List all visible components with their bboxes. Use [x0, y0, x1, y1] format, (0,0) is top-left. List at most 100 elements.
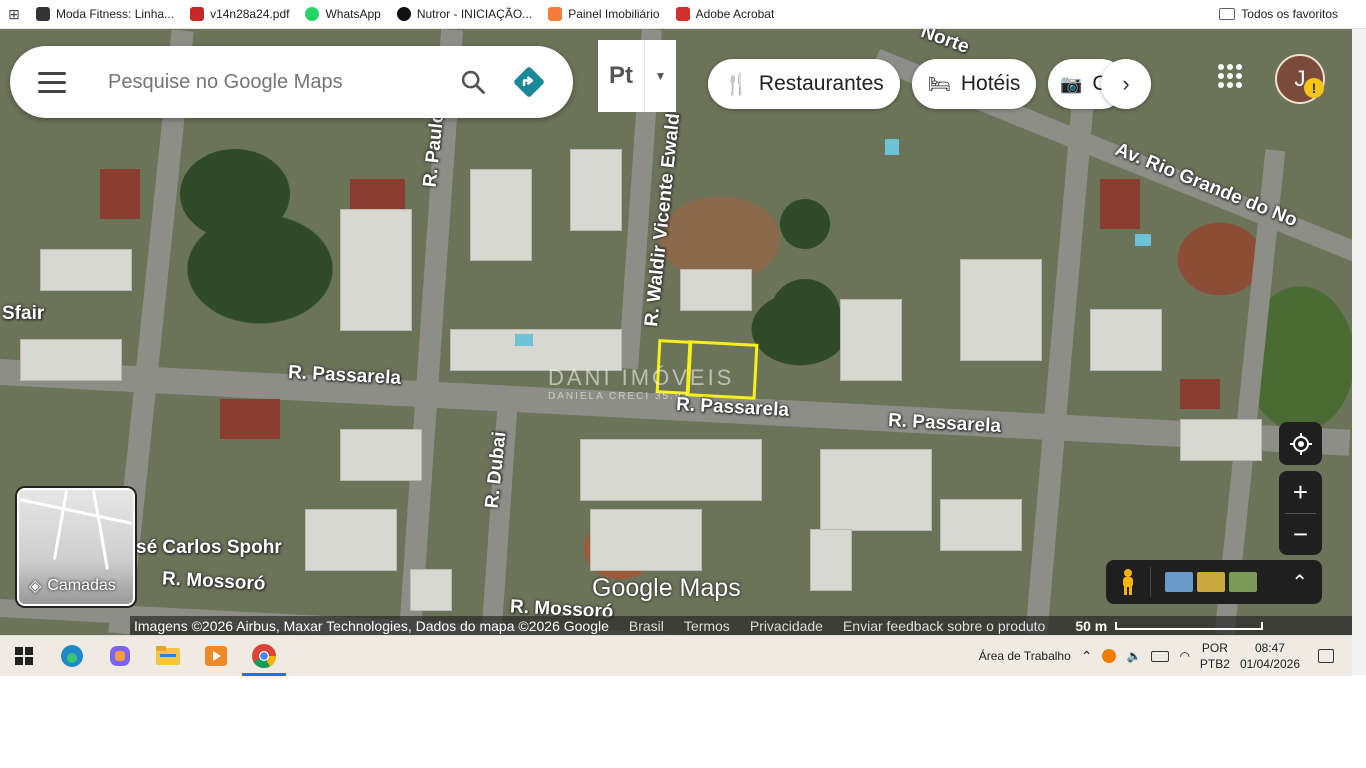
pool: [885, 139, 899, 155]
moda-fitness-icon: [36, 7, 50, 21]
volume-icon[interactable]: 🔈: [1126, 649, 1141, 663]
map-footer: Imagens ©2026 Airbus, Maxar Technologies…: [130, 616, 1356, 635]
copilot-icon[interactable]: [96, 636, 144, 676]
bookmark-pdf[interactable]: v14n28a24.pdf: [182, 7, 297, 21]
bookmark-painel-imobiliario[interactable]: Painel Imobiliário: [540, 7, 667, 21]
search-box: [10, 46, 573, 118]
satellite-map[interactable]: DANI IMÓVEIS DANIELA CRECI 35.92 Norte A…: [0, 29, 1352, 635]
tree-cluster: [770, 279, 840, 349]
bookmark-adobe-acrobat[interactable]: Adobe Acrobat: [668, 7, 783, 21]
bookmark-label: WhatsApp: [325, 7, 381, 21]
layers-button[interactable]: ◈ Camadas: [17, 488, 135, 606]
menu-icon[interactable]: [38, 71, 66, 93]
edge-icon[interactable]: [48, 636, 96, 676]
language-code: POR: [1201, 641, 1228, 655]
battery-icon[interactable]: [1151, 650, 1170, 662]
media-player-icon[interactable]: [192, 636, 240, 676]
expand-up-icon[interactable]: ⌃: [1261, 570, 1322, 595]
clock-time: 08:47: [1254, 641, 1285, 655]
building: [40, 249, 132, 291]
street-label: Norte: [918, 29, 972, 58]
pdf-icon: [190, 7, 205, 21]
scale-label: 50 m: [1075, 617, 1108, 634]
imagery-thumbnail[interactable]: [1197, 572, 1225, 592]
imagery-thumbnail[interactable]: [1229, 572, 1257, 592]
bookmark-label: Painel Imobiliário: [568, 7, 660, 21]
search-input[interactable]: [106, 69, 451, 95]
apps-grid-icon[interactable]: ⊞: [0, 0, 28, 28]
avast-icon[interactable]: [1102, 649, 1117, 663]
chip-hotels[interactable]: 🛏 Hotéis: [912, 59, 1037, 109]
building: [590, 509, 702, 571]
desktop-label[interactable]: Área de Trabalho: [979, 649, 1071, 663]
file-explorer-icon[interactable]: [144, 636, 192, 676]
fork-knife-icon: 🍴: [724, 73, 749, 96]
bookmark-nutror[interactable]: Nutror - INICIAÇÃO...: [389, 7, 540, 21]
tree-cluster: [780, 199, 830, 249]
painel-icon: [548, 7, 563, 21]
language-indicator[interactable]: POR PTB2: [1200, 640, 1230, 672]
bookmarks-bar: ⊞ Moda Fitness: Linha... v14n28a24.pdf W…: [0, 0, 1366, 29]
zoom-out-button[interactable]: −: [1279, 514, 1322, 555]
pt-extension-button[interactable]: Pt ▼: [598, 40, 676, 112]
bookmark-label: Nutror - INICIAÇÃO...: [416, 7, 533, 21]
red-roof: [1100, 179, 1140, 229]
whatsapp-icon: [305, 7, 320, 21]
window-edge: [1352, 29, 1366, 675]
notifications-icon[interactable]: [1318, 649, 1334, 663]
building: [340, 429, 422, 481]
bed-icon: 🛏: [928, 73, 951, 94]
search-icon[interactable]: [451, 68, 495, 96]
all-bookmarks-label: Todos os favoritos: [1241, 7, 1338, 21]
red-roof: [1180, 379, 1220, 409]
bookmark-moda-fitness[interactable]: Moda Fitness: Linha...: [28, 7, 182, 21]
clock-date: 01/04/2026: [1239, 657, 1300, 671]
watermark-main: DANI IMÓVEIS: [548, 365, 735, 390]
red-roof: [220, 399, 280, 439]
pool: [1135, 234, 1151, 246]
layers-icon: ◈: [29, 578, 42, 595]
building: [810, 529, 852, 591]
chip-label: Restaurantes: [758, 72, 884, 95]
building: [20, 339, 122, 381]
pt-label: Pt: [609, 62, 633, 89]
terms-link[interactable]: Termos: [684, 618, 730, 634]
chevron-right-icon[interactable]: ›: [1101, 59, 1151, 109]
building: [410, 569, 452, 611]
my-location-button[interactable]: [1279, 422, 1322, 465]
pool: [515, 334, 533, 346]
building: [1090, 309, 1162, 371]
google-maps-logo: Google Maps: [592, 574, 741, 602]
wifi-icon[interactable]: ◠: [1179, 649, 1189, 663]
imagery-thumbnail[interactable]: [1165, 572, 1193, 592]
zoom-in-button[interactable]: +: [1279, 471, 1322, 513]
building: [580, 439, 762, 501]
acrobat-icon: [675, 7, 690, 21]
chip-restaurants[interactable]: 🍴 Restaurantes: [708, 59, 900, 109]
pegman-icon[interactable]: [1106, 568, 1150, 596]
building: [680, 269, 752, 311]
building: [470, 169, 532, 261]
feedback-link[interactable]: Enviar feedback sobre o produto: [843, 618, 1045, 634]
scale-control[interactable]: 50 m: [1075, 617, 1264, 634]
street-label: Sfair: [2, 303, 45, 324]
directions-icon[interactable]: [507, 65, 551, 99]
street-label: sé Carlos Spohr: [136, 537, 282, 558]
country-link[interactable]: Brasil: [629, 618, 664, 634]
google-apps-icon[interactable]: [1218, 64, 1242, 88]
chevron-up-icon[interactable]: ⌃: [1081, 648, 1093, 665]
chrome-icon[interactable]: [240, 636, 288, 676]
start-button[interactable]: [0, 636, 48, 676]
folder-icon: [1219, 8, 1236, 20]
building: [305, 509, 397, 571]
all-bookmarks[interactable]: Todos os favoritos: [1219, 0, 1338, 28]
location-icon: [1279, 422, 1322, 465]
privacy-link[interactable]: Privacidade: [750, 618, 823, 634]
chip-label: Hotéis: [960, 72, 1021, 95]
building: [570, 149, 622, 231]
chevron-down-icon[interactable]: ▼: [645, 69, 676, 83]
street-label: R. Mossoró: [161, 568, 266, 595]
clock[interactable]: 08:47 01/04/2026: [1240, 640, 1300, 672]
bookmark-whatsapp[interactable]: WhatsApp: [297, 7, 388, 21]
building: [960, 259, 1042, 361]
